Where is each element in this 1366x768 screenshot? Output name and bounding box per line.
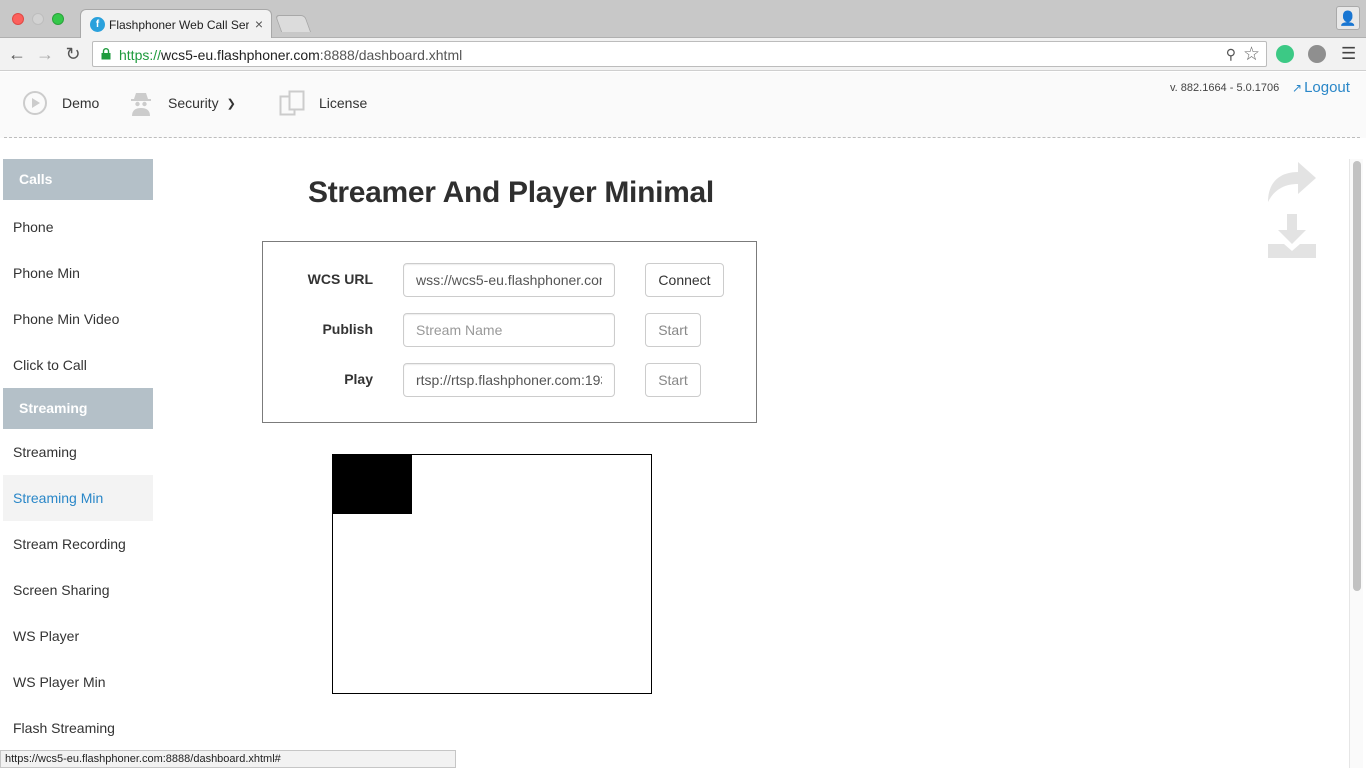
page-scrollbar[interactable]: [1349, 159, 1363, 768]
url-text: https://wcs5-eu.flashphoner.com:8888/das…: [119, 47, 463, 63]
play-url-input[interactable]: [403, 363, 615, 397]
nav-license-label: License: [319, 95, 368, 111]
wcs-url-input[interactable]: [403, 263, 615, 297]
profile-icon[interactable]: 👤: [1336, 6, 1360, 30]
sidebar-section-streaming[interactable]: Streaming: [3, 388, 153, 429]
sidebar-item-ws-player[interactable]: WS Player: [3, 613, 153, 659]
spy-icon: [131, 93, 151, 116]
page-title: Streamer And Player Minimal: [308, 176, 714, 209]
play-start-button[interactable]: Start: [645, 363, 701, 397]
window-minimize-button[interactable]: [32, 13, 44, 25]
play-label: Play: [344, 371, 373, 387]
publish-label: Publish: [322, 321, 373, 337]
new-tab-button[interactable]: [274, 15, 312, 32]
video-display: [332, 454, 652, 694]
sidebar-item-streaming[interactable]: Streaming: [3, 429, 153, 475]
forward-arrow-icon[interactable]: →: [33, 42, 57, 66]
nav-license[interactable]: License: [279, 72, 367, 134]
extension-icon[interactable]: [1308, 45, 1326, 63]
extension-grammarly-icon[interactable]: [1276, 45, 1294, 63]
nav-demo[interactable]: Demo: [22, 72, 99, 134]
reload-icon[interactable]: ↻: [61, 42, 85, 66]
nav-security[interactable]: Security ❯: [128, 72, 236, 134]
back-arrow-icon[interactable]: ←: [5, 42, 29, 66]
browser-toolbar: ← → ↻ https://wcs5-eu.flashphoner.com:88…: [0, 38, 1366, 71]
version-text: v. 882.1664 - 5.0.1706: [1170, 82, 1280, 94]
browser-tab-active[interactable]: f Flashphoner Web Call Serv ×: [80, 9, 272, 38]
sidebar: Calls Phone Phone Min Phone Min Video Cl…: [3, 159, 153, 751]
window-maximize-button[interactable]: [52, 13, 64, 25]
external-link-icon: ↗: [1292, 81, 1303, 95]
page-header: Demo Security ❯ License: [0, 72, 1366, 138]
sidebar-item-ws-player-min[interactable]: WS Player Min: [3, 659, 153, 705]
window-close-button[interactable]: [12, 13, 24, 25]
sidebar-item-phone[interactable]: Phone: [3, 204, 153, 250]
video-preview: [333, 455, 412, 514]
sidebar-item-click-to-call[interactable]: Click to Call: [3, 342, 153, 388]
sidebar-item-phone-min-video[interactable]: Phone Min Video: [3, 296, 153, 342]
stream-name-input[interactable]: [403, 313, 615, 347]
bookmark-star-icon[interactable]: ☆: [1243, 43, 1260, 66]
nav-security-label: Security: [168, 95, 219, 111]
header-divider: [4, 137, 1360, 138]
address-bar[interactable]: https://wcs5-eu.flashphoner.com:8888/das…: [92, 41, 1267, 67]
play-circle-icon: [23, 91, 47, 115]
logout-link[interactable]: ↗ Logout: [1292, 79, 1350, 96]
tab-close-icon[interactable]: ×: [255, 16, 263, 32]
key-icon[interactable]: ⚲: [1226, 46, 1236, 63]
lock-icon: [101, 48, 111, 60]
publish-start-button[interactable]: Start: [645, 313, 701, 347]
share-icon[interactable]: [1266, 158, 1318, 204]
chevron-down-icon: ❯: [226, 97, 236, 110]
sidebar-item-streaming-min[interactable]: Streaming Min: [3, 475, 153, 521]
browser-tab-strip: f Flashphoner Web Call Serv × 👤: [0, 0, 1366, 38]
nav-demo-label: Demo: [62, 95, 100, 111]
flashphoner-favicon-icon: f: [90, 17, 105, 32]
stream-form: WCS URL Connect Publish Start Play Start: [262, 241, 757, 423]
copy-icon: [279, 90, 305, 116]
sidebar-section-calls[interactable]: Calls: [3, 159, 153, 200]
logout-label: Logout: [1304, 79, 1350, 96]
sidebar-item-stream-recording[interactable]: Stream Recording: [3, 521, 153, 567]
browser-menu-icon[interactable]: ☰: [1341, 44, 1356, 64]
wcs-url-label: WCS URL: [307, 271, 373, 287]
download-icon[interactable]: [1268, 214, 1316, 258]
status-url-bubble: https://wcs5-eu.flashphoner.com:8888/das…: [0, 750, 456, 768]
sidebar-item-screen-sharing[interactable]: Screen Sharing: [3, 567, 153, 613]
scrollbar-thumb[interactable]: [1353, 161, 1361, 591]
tab-title: Flashphoner Web Call Serv: [109, 18, 249, 32]
sidebar-item-phone-min[interactable]: Phone Min: [3, 250, 153, 296]
sidebar-item-flash-streaming[interactable]: Flash Streaming: [3, 705, 153, 751]
connect-button[interactable]: Connect: [645, 263, 724, 297]
